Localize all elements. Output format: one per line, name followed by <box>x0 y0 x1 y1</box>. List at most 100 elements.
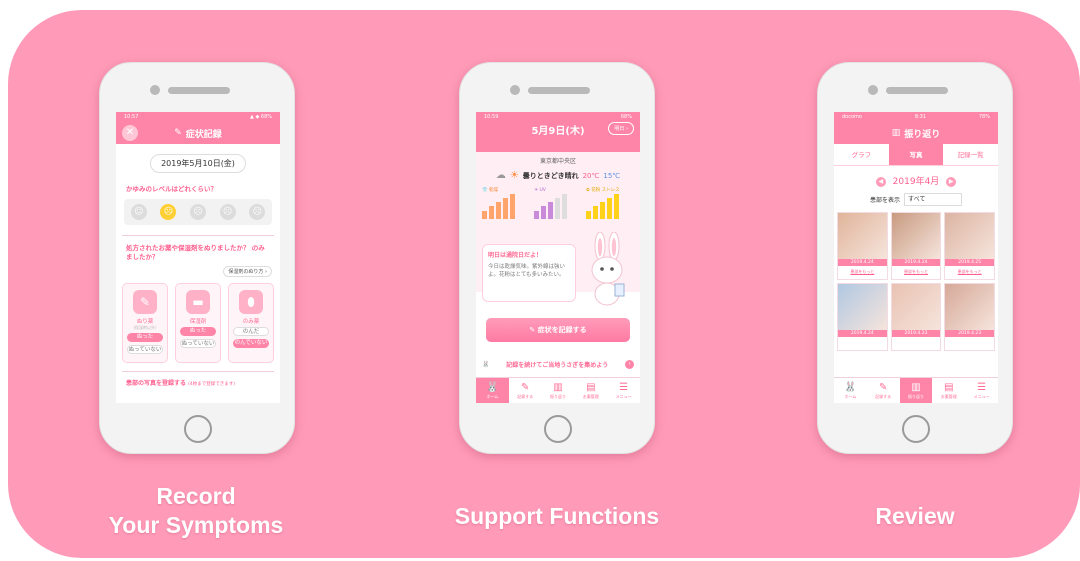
pollen-bars <box>586 193 634 219</box>
camera-icon <box>150 85 160 95</box>
tab-medicine[interactable]: ▤ お薬管理 <box>932 378 965 403</box>
location: 東京都中央区 <box>539 158 576 165</box>
status-bar: docomo 8:31 78% <box>834 112 998 122</box>
tab-label: 記録する <box>875 394 892 399</box>
photo-thumbnail[interactable]: 2019.4.24 患部をもっと <box>837 212 888 280</box>
tab-record-list[interactable]: 記録一覧 <box>943 144 998 165</box>
tab-bar: 🐰 ホーム ✎ 記録する ▥ 振り返り ▤ お薬管理 ☰ メニュー <box>476 377 640 403</box>
weather-text: 曇りときどき晴れ <box>522 171 579 180</box>
card-label: 保湿剤 <box>189 319 207 325</box>
caption-record-line2: Your Symptoms <box>108 512 284 538</box>
tab-menu[interactable]: ☰ メニュー <box>965 378 998 403</box>
tomorrow-label: 明日 <box>614 126 625 132</box>
home-button-icon[interactable] <box>544 415 572 443</box>
speaker-icon <box>886 87 948 94</box>
photo-thumbnail[interactable]: 2019.4.23 <box>944 283 995 351</box>
tab-bar: 🐰 ホーム ✎ 記録する ▥ 振り返り ▤ お薬管理 ☰ メニュー <box>834 377 998 403</box>
photo-thumbnail[interactable]: 2019.4.25 患部をもっと <box>944 212 995 280</box>
face-level-2-icon[interactable]: ☹ <box>160 204 177 220</box>
tab-medicine[interactable]: ▤ お薬管理 <box>574 378 607 403</box>
home-button-icon[interactable] <box>184 415 212 443</box>
chart-icon: ▥ <box>891 128 901 138</box>
collect-bunnies-link[interactable]: 🐰 記録を続けてご当地うさぎを集めよう › <box>482 360 634 369</box>
photo-thumbnail[interactable]: 2019.4.23 <box>890 283 942 351</box>
card-sublabel: (保湿剤以外) <box>133 325 157 330</box>
tab-home[interactable]: 🐰 ホーム <box>834 378 867 403</box>
tab-menu[interactable]: ☰ メニュー <box>607 378 640 403</box>
photo-image <box>891 284 941 330</box>
pencil-icon: ✎ <box>879 382 888 393</box>
index-label: 乾燥 <box>489 188 499 193</box>
caption-record-line1: Record <box>156 483 236 509</box>
month-label: 2019年4月 <box>892 177 940 187</box>
photo-image <box>945 284 994 330</box>
applied-button[interactable]: ぬった <box>180 327 216 336</box>
caption-review: Review <box>875 503 955 529</box>
took-button[interactable]: のんだ <box>233 327 269 336</box>
speaker-icon <box>168 87 230 94</box>
photo-image <box>891 213 941 259</box>
face-level-3-icon[interactable]: ☹ <box>189 204 206 220</box>
not-applied-button[interactable]: ぬっていない <box>127 345 163 354</box>
photo-thumbnail[interactable]: 2019.4.24 <box>837 283 888 351</box>
photo-prompt-row[interactable]: 患部の写真を登録する (4枚まで登録できます) <box>116 378 280 387</box>
not-applied-button[interactable]: ぬっていない <box>180 339 216 348</box>
face-level-1-icon[interactable]: ☺ <box>130 204 147 220</box>
collect-text: 記録を続けてご当地うさぎを集めよう <box>506 362 609 369</box>
message-body: 今日は乾燥気味。紫外線は強いよ。花粉はとても多いみたい。 <box>488 264 566 278</box>
status-time: 8:31 <box>914 114 927 120</box>
bunny-icon: 🐰 <box>486 382 499 393</box>
howto-button[interactable]: 保湿剤のぬり方 › <box>223 266 272 277</box>
tab-review[interactable]: ▥ 振り返り <box>542 378 575 403</box>
filter-label: 患部を表示 <box>869 197 900 204</box>
not-taken-button[interactable]: のんでいない <box>233 339 269 348</box>
status-battery: ▲ ◆ 68% <box>250 114 272 120</box>
screen-home: 10:59 68% 5月9日(木) 明日 › 東京都中央区 ☁ ☀ 曇りときどき晴… <box>476 112 640 403</box>
tab-photos[interactable]: 写真 <box>888 144 944 165</box>
photo-date: 2019.4.24 <box>891 259 941 266</box>
tab-record[interactable]: ✎ 記録する <box>867 378 900 403</box>
tab-label: メニュー <box>973 394 990 399</box>
divider <box>122 371 274 372</box>
moisturizer-icon: ▬ <box>186 290 210 314</box>
tomorrow-button[interactable]: 明日 › <box>608 122 634 135</box>
filter-select[interactable]: すべて <box>904 193 962 206</box>
tab-review[interactable]: ▥ 振り返り <box>899 378 933 403</box>
record-header: ✕ ✎ 症状記録 <box>116 122 280 144</box>
camera-icon <box>868 85 878 95</box>
phone-review: docomo 8:31 78% ▥ 振り返り グラフ 写真 記録一覧 ◀ 2019年… <box>817 62 1013 454</box>
tab-graph[interactable]: グラフ <box>834 144 889 165</box>
home-header: 10:59 68% 5月9日(木) 明日 › <box>476 112 640 152</box>
tab-label: 振り返り <box>907 394 924 399</box>
temp-low: 15℃ <box>603 171 621 180</box>
photo-date: 2019.4.23 <box>945 330 994 337</box>
tab-home[interactable]: 🐰 ホーム <box>476 378 509 403</box>
status-time: 10:59 <box>484 114 499 120</box>
record-button-label: 症状を記録する <box>537 326 587 334</box>
tab-label: ホーム <box>486 394 499 399</box>
applied-button[interactable]: ぬった <box>127 333 163 342</box>
tab-label: メニュー <box>615 394 632 399</box>
month-selector: ◀ 2019年4月 ▶ <box>834 174 998 187</box>
close-icon[interactable]: ✕ <box>122 125 138 141</box>
phone-record-symptoms: 10:57 ▲ ◆ 68% ✕ ✎ 症状記録 2019年5月10日(金) かゆみの… <box>99 62 295 454</box>
photo-thumbnail[interactable]: 2019.4.24 患部をもっと <box>890 212 942 280</box>
record-symptoms-button[interactable]: ✎ 症状を記録する <box>486 318 630 342</box>
card-label: のみ薬 <box>242 319 260 325</box>
tab-record[interactable]: ✎ 記録する <box>509 378 542 403</box>
date-selector[interactable]: 2019年5月10日(金) <box>150 154 246 173</box>
bunny-icon: 🐰 <box>844 382 857 393</box>
next-month-icon[interactable]: ▶ <box>946 176 957 187</box>
howto-row: 保湿剤のぬり方 › <box>116 266 280 277</box>
page-title: 振り返り <box>904 129 941 140</box>
index-label: UV <box>539 187 546 193</box>
face-level-5-icon[interactable]: ☹ <box>249 204 266 220</box>
photo-link[interactable]: 患部をもっと <box>838 269 887 275</box>
face-level-4-icon[interactable]: ☹ <box>219 204 236 220</box>
prev-month-icon[interactable]: ◀ <box>875 176 886 187</box>
menu-icon: ☰ <box>619 382 629 393</box>
home-button-icon[interactable] <box>902 415 930 443</box>
pencil-icon: ✎ <box>521 382 530 393</box>
photo-link[interactable]: 患部をもっと <box>945 269 994 275</box>
photo-link[interactable]: 患部をもっと <box>892 269 941 275</box>
